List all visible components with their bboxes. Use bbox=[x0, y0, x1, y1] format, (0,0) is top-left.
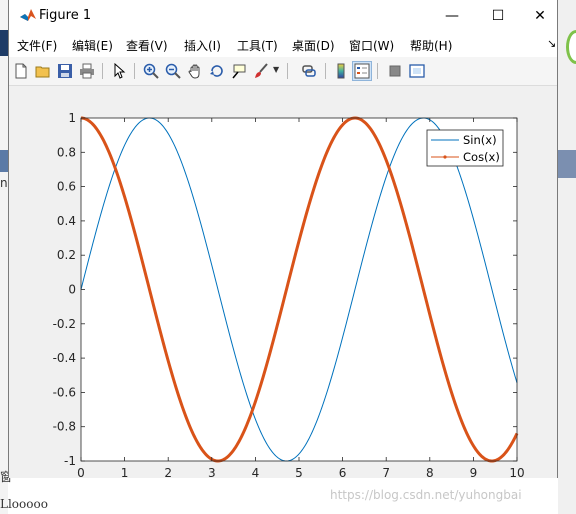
maximize-button[interactable]: ☐ bbox=[475, 0, 521, 31]
print-button[interactable] bbox=[77, 61, 97, 81]
y-tick-label: 0.4 bbox=[57, 214, 76, 228]
toolbar-separator bbox=[325, 63, 326, 79]
menu-file[interactable]: 文件(F) bbox=[17, 37, 57, 54]
background-app-tab bbox=[0, 30, 8, 56]
legend-button[interactable] bbox=[352, 61, 372, 81]
menu-edit[interactable]: 编辑(E) bbox=[72, 37, 113, 54]
close-button[interactable]: ✕ bbox=[517, 0, 563, 31]
toolbar-separator bbox=[134, 63, 135, 79]
hide-plot-tools-button[interactable] bbox=[385, 61, 405, 81]
x-tick-label: 8 bbox=[426, 466, 434, 478]
show-plot-tools-icon bbox=[409, 64, 425, 78]
pan-button[interactable] bbox=[185, 61, 205, 81]
zoom-out-icon bbox=[165, 63, 181, 79]
menu-window[interactable]: 窗口(W) bbox=[349, 37, 394, 54]
toolbar-separator bbox=[377, 63, 378, 79]
y-tick-label: 0.8 bbox=[57, 145, 76, 159]
background-app-right-band bbox=[558, 150, 576, 178]
menu-dock-arrow-icon[interactable]: ↘ bbox=[547, 37, 556, 50]
close-icon: ✕ bbox=[534, 7, 546, 24]
toolbar-separator bbox=[102, 63, 103, 79]
axes-background bbox=[81, 118, 517, 461]
brush-dropdown-icon[interactable]: ▼ bbox=[273, 65, 279, 74]
background-text: Llooooo bbox=[0, 497, 48, 511]
y-tick-label: -0.4 bbox=[53, 351, 76, 365]
background-app-strip bbox=[0, 0, 8, 514]
y-tick-label: -0.8 bbox=[53, 420, 76, 434]
x-tick-label: 10 bbox=[509, 466, 524, 478]
x-tick-label: 2 bbox=[164, 466, 172, 478]
x-tick-label: 4 bbox=[252, 466, 260, 478]
new-figure-icon bbox=[15, 63, 27, 79]
data-cursor-icon bbox=[232, 64, 246, 79]
zoom-out-button[interactable] bbox=[163, 61, 183, 81]
save-icon bbox=[58, 64, 72, 78]
show-plot-tools-button[interactable] bbox=[407, 61, 427, 81]
colorbar-icon bbox=[337, 63, 345, 79]
save-button[interactable] bbox=[55, 61, 75, 81]
brush-button[interactable] bbox=[251, 61, 271, 81]
y-tick-label: 1 bbox=[68, 111, 76, 125]
x-tick-label: 5 bbox=[295, 466, 303, 478]
minimize-icon: — bbox=[445, 7, 459, 24]
legend-label-1: Cos(x) bbox=[463, 150, 500, 164]
brush-icon bbox=[255, 63, 268, 78]
figure-window: Figure 1 — ☐ ✕ 文件(F) 编辑(E) 查看(V) 插入(I) 工… bbox=[8, 0, 558, 478]
y-tick-label: 0.2 bbox=[57, 248, 76, 262]
watermark-text: https://blog.csdn.net/yuhongbai bbox=[330, 488, 522, 502]
legend-icon bbox=[354, 63, 370, 79]
menu-help[interactable]: 帮助(H) bbox=[410, 37, 452, 54]
hide-plot-tools-icon bbox=[389, 65, 401, 77]
print-icon bbox=[80, 63, 94, 79]
menu-bar: 文件(F) 编辑(E) 查看(V) 插入(I) 工具(T) 桌面(D) 窗口(W… bbox=[9, 31, 557, 57]
title-bar[interactable]: Figure 1 — ☐ ✕ bbox=[9, 0, 557, 31]
menu-view[interactable]: 查看(V) bbox=[126, 37, 168, 54]
x-tick-label: 1 bbox=[121, 466, 129, 478]
pointer-icon bbox=[114, 63, 126, 79]
legend-marker-1 bbox=[443, 155, 447, 159]
line-chart[interactable]: 0 1 2 3 4 5 6 7 8 9 10 -1 -0.8 -0.6 -0.4 -0.2 0 0.2 0.4 0.6… bbox=[9, 86, 557, 478]
data-cursor-button[interactable] bbox=[229, 61, 249, 81]
figure-canvas[interactable]: 0 1 2 3 4 5 6 7 8 9 10 -1 -0.8 -0.6 -0.4 -0.2 0 0.2 0.4 0.6… bbox=[9, 86, 557, 478]
zoom-in-icon bbox=[143, 63, 159, 79]
pan-hand-icon bbox=[188, 64, 200, 79]
x-tick-label: 6 bbox=[339, 466, 347, 478]
menu-tools[interactable]: 工具(T) bbox=[237, 37, 278, 54]
background-app-right bbox=[558, 0, 576, 514]
x-tick-label: 0 bbox=[77, 466, 85, 478]
matlab-logo-icon bbox=[20, 9, 36, 21]
figure-toolbar: ▼ bbox=[9, 57, 557, 86]
x-tick-label: 7 bbox=[382, 466, 390, 478]
y-tick-label: 0 bbox=[68, 283, 76, 297]
rotate-3d-icon bbox=[210, 65, 223, 77]
menu-insert[interactable]: 插入(I) bbox=[184, 37, 221, 54]
zoom-in-button[interactable] bbox=[141, 61, 161, 81]
open-icon bbox=[35, 66, 50, 78]
y-tick-label: 0.6 bbox=[57, 180, 76, 194]
rotate-3d-button[interactable] bbox=[207, 61, 227, 81]
legend-label-0: Sin(x) bbox=[463, 133, 497, 147]
y-tick-label: -1 bbox=[64, 454, 76, 468]
maximize-icon: ☐ bbox=[491, 7, 505, 24]
open-file-button[interactable] bbox=[33, 61, 53, 81]
minimize-button[interactable]: — bbox=[429, 0, 475, 31]
window-title: Figure 1 bbox=[39, 8, 92, 23]
colorbar-button[interactable] bbox=[331, 61, 351, 81]
link-icon bbox=[302, 65, 316, 77]
link-plot-button[interactable] bbox=[299, 61, 319, 81]
y-tick-label: -0.6 bbox=[53, 385, 76, 399]
x-tick-label: 3 bbox=[208, 466, 216, 478]
x-tick-label: 9 bbox=[470, 466, 478, 478]
menu-desktop[interactable]: 桌面(D) bbox=[292, 37, 335, 54]
edit-plot-button[interactable] bbox=[109, 61, 129, 81]
toolbar-separator bbox=[287, 63, 288, 79]
new-figure-button[interactable] bbox=[11, 61, 31, 81]
background-app-band bbox=[0, 150, 8, 172]
y-tick-label: -0.2 bbox=[53, 317, 76, 331]
